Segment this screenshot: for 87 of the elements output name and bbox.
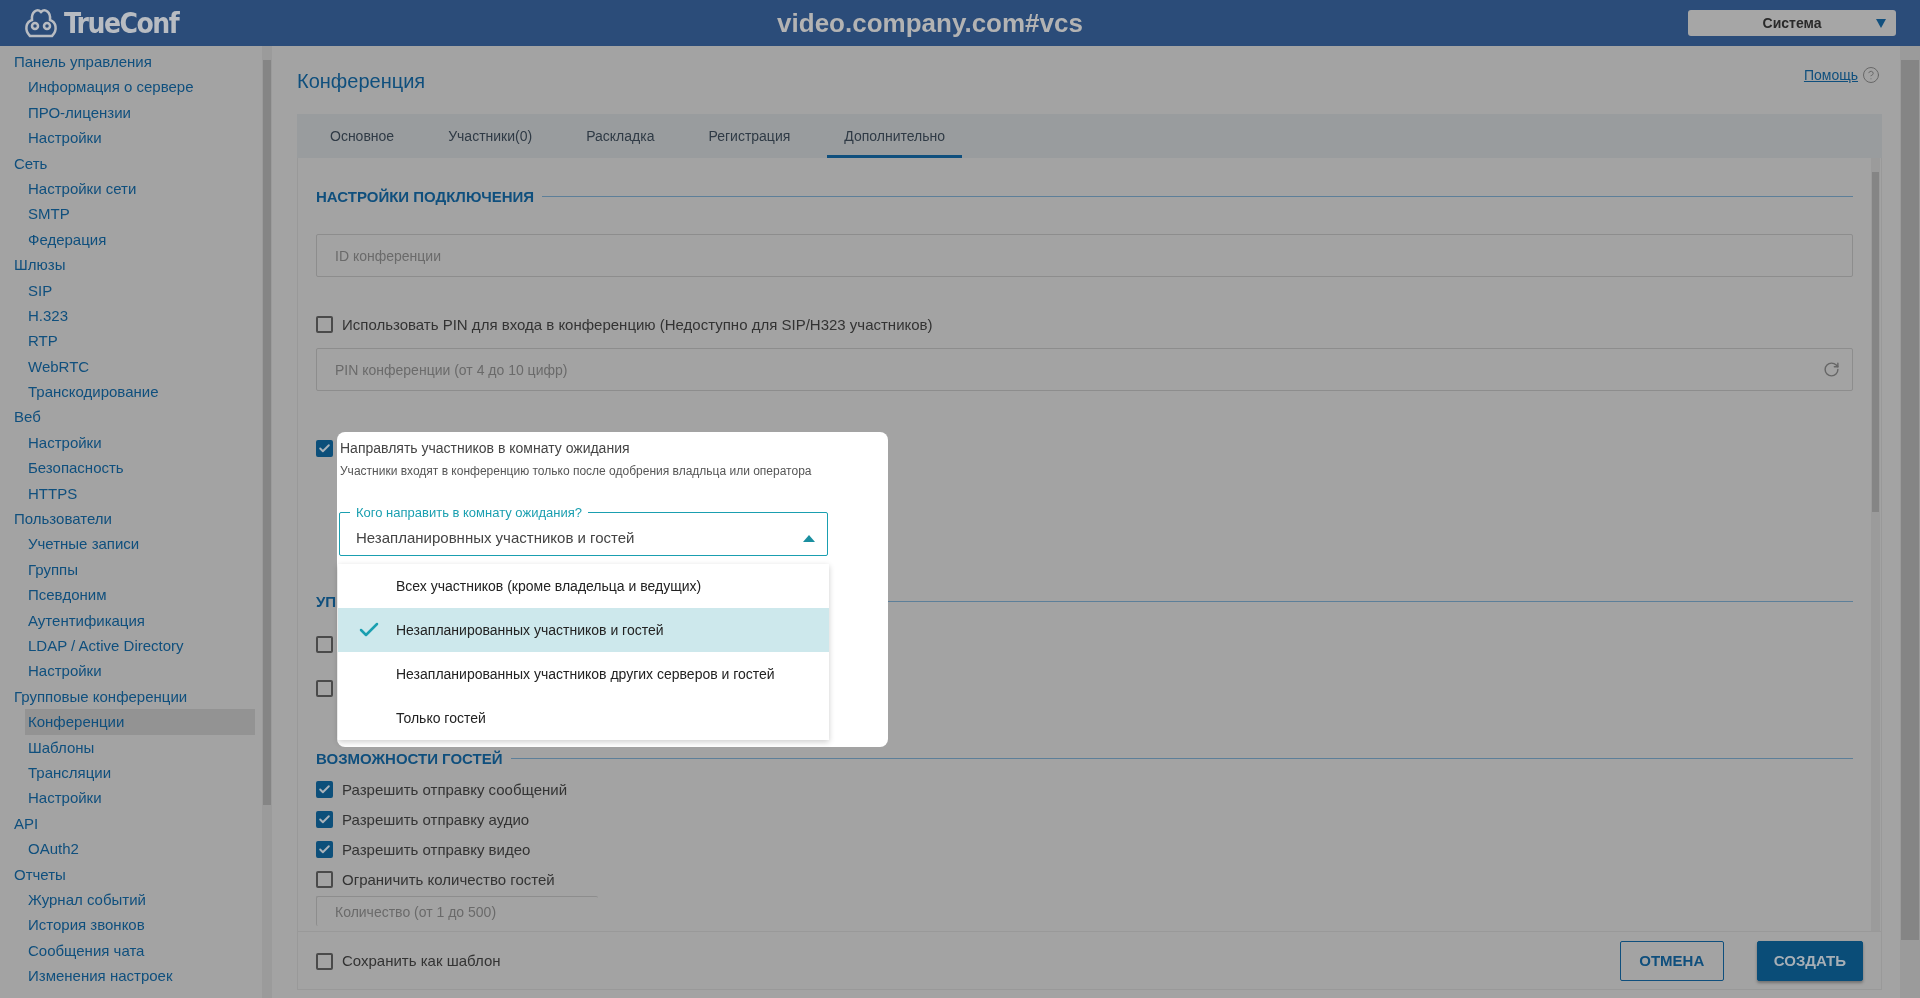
check-icon — [318, 843, 331, 856]
checkbox-label: Ограничить количество гостей — [342, 870, 555, 889]
checkbox-label: Направлять участников в комнату ожидания — [339, 440, 631, 456]
sidebar-item[interactable]: Отчеты — [0, 861, 255, 887]
checkbox[interactable] — [316, 636, 333, 653]
sidebar-item[interactable]: Сеть — [0, 150, 255, 176]
sidebar-item[interactable]: Журнал событий — [25, 886, 255, 913]
dropdown-option[interactable]: Незапланированных участников других серверов и гостей — [338, 652, 829, 696]
section-heading: ВОЗМОЖНОСТИ ГОСТЕЙ — [316, 749, 503, 767]
checkbox[interactable] — [316, 440, 333, 457]
sidebar-item[interactable]: Трансляции — [25, 759, 255, 786]
scrollbar[interactable] — [262, 46, 272, 998]
sidebar-item[interactable]: Настройки — [25, 429, 255, 456]
sidebar-item[interactable]: Информация о сервере — [25, 74, 255, 100]
input-field[interactable]: PIN конференции (от 4 до 10 цифр) — [316, 348, 1853, 391]
checkbox-label: Сохранить как шаблон — [342, 951, 501, 970]
sidebar-item[interactable]: API — [0, 810, 255, 837]
section-heading: НАСТРОЙКИ ПОДКЛЮЧЕНИЯ — [316, 187, 535, 205]
checkbox[interactable] — [316, 316, 333, 333]
checkbox[interactable] — [316, 841, 333, 858]
tab[interactable]: Раскладка — [569, 114, 672, 158]
sidebar-item[interactable]: Сообщения чата — [25, 937, 255, 964]
help-link[interactable]: Помощь — [1803, 67, 1858, 83]
tab[interactable]: Основное — [313, 114, 412, 158]
sidebar-item[interactable]: RTP — [25, 328, 255, 354]
hint-text: Участники входят в конференцию только после одобрения владльца или оператора — [339, 464, 813, 478]
sidebar-item[interactable]: Шлюзы — [0, 252, 255, 278]
sidebar-item[interactable]: Аутентификация — [25, 607, 255, 633]
sidebar-item[interactable]: Учетные записи — [25, 531, 255, 557]
tab[interactable]: Участники(0) — [431, 114, 550, 158]
sidebar-item[interactable]: Групповые конференции — [0, 683, 255, 710]
checkbox-label: Разрешить отправку видео — [342, 840, 531, 859]
help-icon[interactable] — [1862, 66, 1880, 84]
sidebar-item[interactable]: Федерация — [25, 226, 255, 253]
checkbox[interactable] — [316, 952, 333, 970]
cancel-button[interactable]: ОТМЕНА — [1619, 940, 1724, 981]
checkbox[interactable] — [316, 871, 333, 888]
checkbox-label: Разрешить отправку аудио — [342, 810, 530, 829]
checkbox[interactable] — [316, 781, 333, 798]
sidebar-item[interactable]: Настройки сети — [25, 175, 255, 202]
site-title: video.company.com#vcs — [776, 7, 1084, 39]
section-heading: УП — [316, 592, 337, 610]
sidebar-item[interactable]: Изменения настроек — [25, 963, 255, 989]
sidebar-item[interactable]: Настройки — [25, 785, 255, 811]
sidebar-item[interactable]: Шаблоны — [25, 734, 255, 760]
sidebar-item[interactable]: Веб — [0, 404, 255, 430]
sidebar-item[interactable]: Настройки — [25, 658, 255, 684]
logo-icon — [22, 6, 60, 40]
tab[interactable]: Дополнительно — [827, 114, 963, 158]
sidebar-item[interactable]: OAuth2 — [25, 836, 255, 862]
sidebar-item[interactable]: Безопасность — [25, 455, 255, 481]
sidebar-item[interactable]: WebRTC — [25, 353, 255, 380]
checkbox-label: Использовать PIN для входа в конференцию (Недоступно для SIP/H323 участников) — [342, 315, 933, 334]
dropdown-option[interactable]: Всех участников (кроме владельца и ведущих) — [338, 564, 829, 608]
input-field[interactable]: Количество (от 1 до 500) — [316, 896, 598, 926]
sidebar-item[interactable]: SMTP — [25, 201, 255, 227]
check-icon — [318, 442, 331, 455]
create-button[interactable]: СОЗДАТЬ — [1756, 940, 1863, 981]
role-select[interactable]: Система — [1688, 10, 1896, 36]
check-icon — [318, 783, 331, 796]
sidebar-item[interactable]: HTTPS — [25, 480, 255, 507]
sidebar-item[interactable]: Псевдоним — [25, 582, 255, 608]
sidebar-item[interactable]: Транскодирование — [25, 379, 255, 405]
checkbox-label: Разрешить отправку сообщений — [342, 780, 568, 799]
check-icon — [318, 813, 331, 826]
checkbox[interactable] — [316, 811, 333, 828]
tab[interactable]: Регистрация — [691, 114, 808, 158]
refresh-icon[interactable] — [1823, 361, 1840, 378]
sidebar-item[interactable]: Настройки — [25, 125, 255, 151]
scrollbar[interactable] — [1871, 158, 1880, 931]
sidebar-item[interactable]: Конференции — [25, 709, 255, 735]
checkbox[interactable] — [316, 680, 333, 697]
sidebar-item[interactable]: LDAP / Active Directory — [25, 633, 255, 659]
sidebar-item[interactable]: История звонков — [25, 912, 255, 938]
sidebar-item[interactable]: Панель управления — [0, 49, 255, 75]
sidebar-item[interactable]: SIP — [25, 277, 255, 303]
caret-icon — [1876, 18, 1886, 28]
dropdown-option[interactable]: Только гостей — [338, 696, 829, 740]
scrollbar[interactable] — [1900, 46, 1920, 998]
sidebar-item[interactable]: H.323 — [25, 302, 255, 329]
sidebar-item[interactable]: ПРО-лицензии — [25, 99, 255, 126]
input-field[interactable]: ID конференции — [316, 234, 1853, 277]
logo-text: TrueConf — [64, 6, 179, 40]
dropdown-option[interactable]: Незапланированных участников и гостей — [338, 608, 829, 652]
sidebar-item[interactable]: Группы — [25, 556, 255, 583]
page-title: Конференция — [297, 70, 426, 93]
sidebar-item[interactable]: Пользователи — [0, 506, 255, 532]
